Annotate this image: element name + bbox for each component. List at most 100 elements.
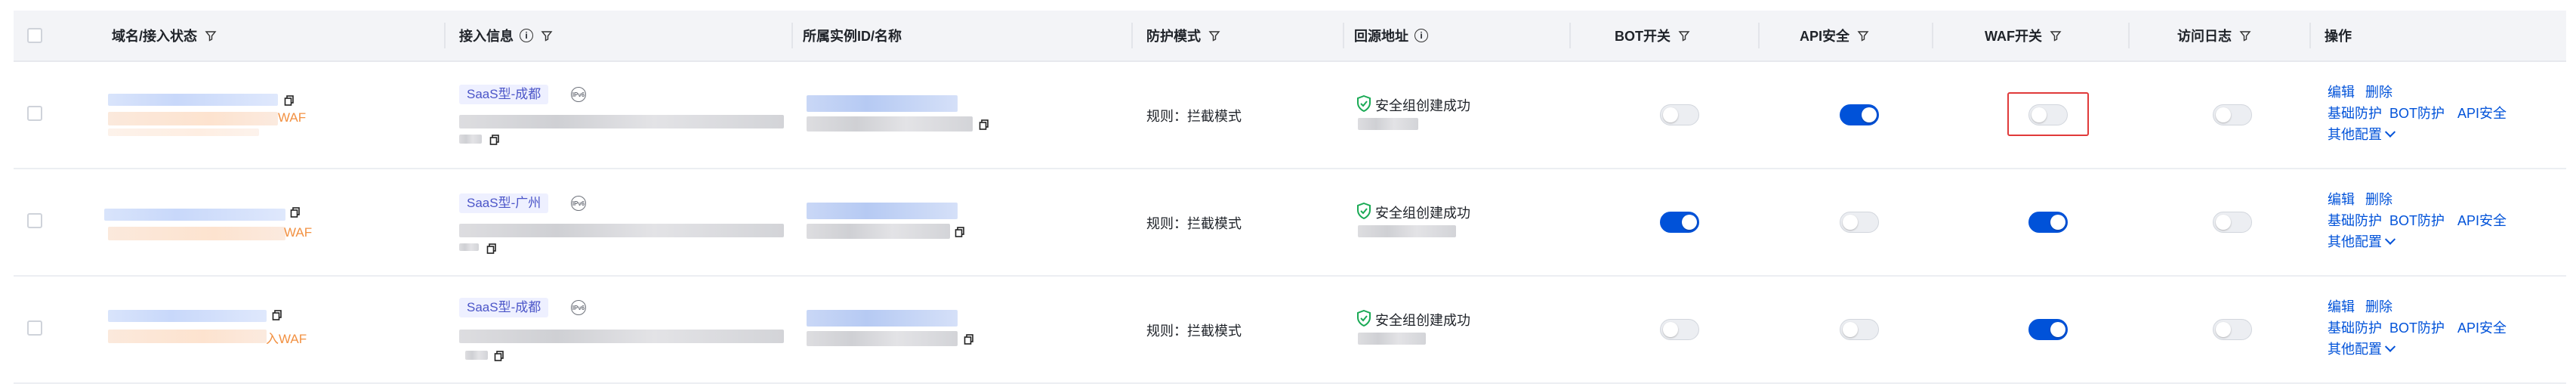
bot-protection-link[interactable]: BOT防护 — [2389, 210, 2445, 230]
col-domain-label: 域名/接入状态 — [112, 29, 198, 44]
col-log-header: 访问日志 — [2177, 11, 2251, 60]
col-action-header: 操作 — [2325, 11, 2352, 60]
edit-link[interactable]: 编辑 — [2328, 82, 2355, 101]
waf-toggle[interactable] — [2028, 319, 2068, 340]
row-checkbox[interactable] — [27, 213, 42, 228]
col-access-header: 接入信息 i — [459, 11, 553, 60]
access-status-waf: WAF — [284, 225, 313, 240]
domain-name-blurred — [108, 94, 278, 106]
instance-name-blurred — [807, 116, 973, 132]
row-checkbox[interactable] — [27, 106, 42, 121]
api-toggle[interactable] — [1840, 319, 1879, 340]
delete-link[interactable]: 删除 — [2365, 189, 2392, 209]
info-icon[interactable]: i — [1414, 29, 1428, 42]
copy-icon[interactable] — [290, 207, 301, 218]
domain-name-blurred — [104, 209, 285, 221]
table-row: WAF SaaS型-成都 IPv6 规则：拦截模式 安全组创建成功 编辑 删除 … — [14, 62, 2566, 169]
domain-name-blurred — [108, 310, 267, 322]
bot-toggle[interactable] — [1660, 104, 1699, 125]
filter-icon[interactable] — [205, 29, 217, 42]
filter-icon[interactable] — [2050, 29, 2062, 42]
col-action-label: 操作 — [2325, 29, 2352, 44]
instance-name-blurred — [807, 331, 958, 346]
protection-mode: 规则：拦截模式 — [1146, 216, 1242, 231]
col-access-label: 接入信息 — [459, 29, 514, 44]
ipv6-icon: IPv6 — [571, 87, 586, 102]
origin-address-blurred — [1358, 333, 1426, 345]
copy-icon[interactable] — [284, 95, 295, 106]
access-status-waf: 入WAF — [266, 332, 307, 346]
origin-status: 安全组创建成功 — [1375, 98, 1470, 113]
region-tag: SaaS型-成都 — [459, 85, 549, 104]
col-bot-label: BOT开关 — [1615, 29, 1671, 44]
filter-icon[interactable] — [1857, 29, 1869, 42]
col-origin-label: 回源地址 — [1354, 29, 1408, 44]
ipv6-icon: IPv6 — [571, 196, 586, 211]
copy-icon[interactable] — [964, 334, 974, 345]
col-mode-label: 防护模式 — [1146, 29, 1201, 44]
bot-toggle[interactable] — [1660, 319, 1699, 340]
access-info-blurred — [459, 330, 784, 343]
log-toggle[interactable] — [2213, 319, 2252, 340]
copy-icon[interactable] — [272, 310, 282, 320]
table-row: WAF SaaS型-广州 IPv6 规则：拦截模式 安全组创建成功 编辑 删除 … — [14, 169, 2566, 277]
col-api-label: API安全 — [1800, 29, 1850, 44]
delete-link[interactable]: 删除 — [2365, 82, 2392, 101]
edit-link[interactable]: 编辑 — [2328, 296, 2355, 316]
api-toggle[interactable] — [1840, 212, 1879, 233]
shield-check-icon — [1357, 95, 1371, 112]
access-status-blurred — [108, 112, 278, 125]
filter-icon[interactable] — [1208, 29, 1220, 42]
api-security-link[interactable]: API安全 — [2457, 103, 2507, 122]
more-config-link[interactable]: 其他配置 — [2328, 124, 2396, 144]
api-security-link[interactable]: API安全 — [2457, 210, 2507, 230]
copy-icon[interactable] — [979, 119, 989, 130]
copy-icon[interactable] — [489, 135, 500, 145]
bot-protection-link[interactable]: BOT防护 — [2389, 317, 2445, 337]
filter-icon[interactable] — [1678, 29, 1690, 42]
delete-link[interactable]: 删除 — [2365, 296, 2392, 316]
select-all-checkbox[interactable] — [27, 28, 42, 43]
basic-protection-link[interactable]: 基础防护 — [2328, 103, 2382, 122]
waf-toggle[interactable] — [2028, 212, 2068, 233]
basic-protection-link[interactable]: 基础防护 — [2328, 210, 2382, 230]
region-tag: SaaS型-成都 — [459, 298, 549, 317]
origin-status: 安全组创建成功 — [1375, 206, 1470, 221]
access-status-blurred — [108, 227, 285, 240]
row-checkbox[interactable] — [27, 320, 42, 336]
edit-link[interactable]: 编辑 — [2328, 189, 2355, 209]
access-status-waf: WAF — [278, 110, 307, 125]
table-header: 域名/接入状态 接入信息 i 所属实例ID/名称 防护模式 回源地址 i BOT… — [14, 11, 2566, 62]
col-api-header: API安全 — [1800, 11, 1869, 60]
copy-icon[interactable] — [494, 351, 504, 361]
basic-protection-link[interactable]: 基础防护 — [2328, 317, 2382, 337]
api-toggle[interactable] — [1840, 104, 1879, 125]
log-toggle[interactable] — [2213, 104, 2252, 125]
instance-id-blurred — [807, 310, 958, 327]
chevron-down-icon — [2384, 234, 2396, 245]
ipv6-icon: IPv6 — [571, 300, 586, 315]
info-icon[interactable]: i — [520, 29, 533, 42]
table-row: 入WAF SaaS型-成都 IPv6 规则：拦截模式 安全组创建成功 编辑 删除… — [14, 277, 2566, 384]
api-security-link[interactable]: API安全 — [2457, 317, 2507, 337]
copy-icon[interactable] — [486, 243, 497, 254]
chevron-down-icon — [2384, 126, 2396, 138]
shield-check-icon — [1357, 310, 1371, 327]
col-instance-header: 所属实例ID/名称 — [803, 11, 902, 60]
log-toggle[interactable] — [2213, 212, 2252, 233]
shield-check-icon — [1357, 203, 1371, 219]
more-config-link[interactable]: 其他配置 — [2328, 231, 2396, 251]
more-config-link[interactable]: 其他配置 — [2328, 339, 2396, 358]
copy-icon[interactable] — [955, 227, 965, 237]
filter-icon[interactable] — [541, 29, 553, 42]
filter-icon[interactable] — [2239, 29, 2251, 42]
bot-protection-link[interactable]: BOT防护 — [2389, 103, 2445, 122]
bot-toggle[interactable] — [1660, 212, 1699, 233]
col-mode-header: 防护模式 — [1146, 11, 1220, 60]
origin-address-blurred — [1358, 118, 1418, 130]
domain-table: 域名/接入状态 接入信息 i 所属实例ID/名称 防护模式 回源地址 i BOT… — [14, 11, 2566, 384]
waf-toggle[interactable] — [2028, 104, 2068, 125]
col-log-label: 访问日志 — [2177, 29, 2232, 44]
col-domain-header: 域名/接入状态 — [112, 11, 217, 60]
protection-mode: 规则：拦截模式 — [1146, 323, 1242, 339]
